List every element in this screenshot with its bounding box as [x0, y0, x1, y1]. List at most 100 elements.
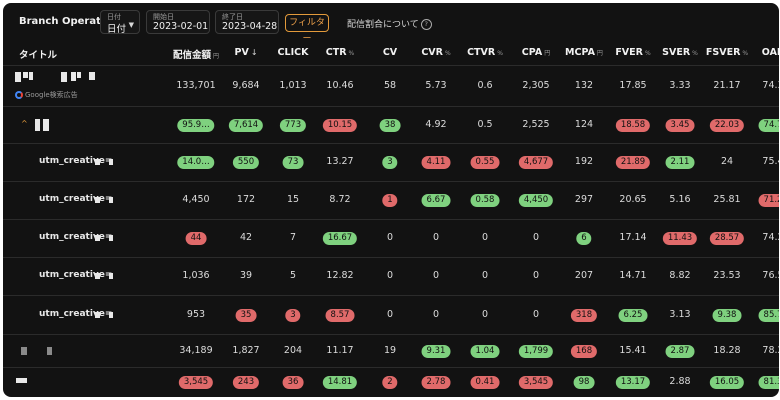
- cell-value: 0: [481, 309, 489, 320]
- about-label: 配信割合について: [347, 20, 419, 30]
- cell-oar: 75.4: [762, 156, 779, 167]
- cell-value: 0: [386, 232, 394, 243]
- column-header-cpa[interactable]: CPA 円: [522, 47, 550, 58]
- cell-cpa: 3,545: [518, 376, 554, 389]
- cell-value: 7: [289, 232, 297, 243]
- cell-value: 0: [432, 309, 440, 320]
- help-icon[interactable]: ?: [420, 19, 432, 30]
- bad-value-badge: 0.55: [470, 156, 500, 169]
- cell-pv: 172: [237, 194, 255, 205]
- cell-cpa: 1,799: [518, 345, 554, 358]
- cell-mcpa: 98: [573, 376, 595, 389]
- table-row[interactable]: 3,545 243 36 14.81 2 2.78 0.41 3,545 98 13.17 2.88…: [3, 367, 779, 397]
- redacted-block: [77, 72, 81, 78]
- date-type-select[interactable]: 日付 日付 ▼: [100, 10, 140, 35]
- cell-value: 8.72: [329, 194, 351, 205]
- cell-fver: 6.25: [618, 309, 648, 322]
- cell-sver: 5.16: [669, 194, 690, 205]
- cell-cpa: 4,450: [518, 194, 554, 207]
- cell-value: 3.13: [669, 309, 691, 320]
- table-row[interactable]: Google検索広告 133,701 9,684 1,013 10.46 58 5.73 0.…: [3, 65, 779, 107]
- column-header-ctr[interactable]: CTR%: [326, 47, 354, 58]
- cell-value: 19: [383, 345, 397, 356]
- cell-oar: 81.3: [758, 376, 779, 389]
- redacted-block: [89, 72, 95, 80]
- redacted-block: [95, 273, 100, 279]
- cell-cvr: 0: [433, 270, 439, 281]
- table-row[interactable]: utm_creative= 14.0… 550 73 13.27 3 4.11 0.55 4,6…: [3, 143, 779, 182]
- good-value-badge: 74.7: [758, 119, 779, 132]
- cell-cv: 0: [387, 232, 393, 243]
- column-header-fver[interactable]: FVER%: [615, 47, 650, 58]
- bad-value-badge: 21.89: [615, 156, 651, 169]
- cell-cost: 14.0…: [177, 156, 215, 169]
- cell-value: 4.92: [425, 119, 447, 130]
- bad-value-badge: 3,545: [518, 376, 554, 389]
- good-value-badge: 6.67: [421, 194, 451, 207]
- cell-value: 18.28: [713, 345, 741, 356]
- cell-value: 0: [532, 270, 540, 281]
- column-header-sver[interactable]: SVER%: [662, 47, 698, 58]
- cell-value: 204: [283, 345, 303, 356]
- redacted-block: [71, 72, 76, 81]
- cell-cv: 1: [382, 194, 398, 207]
- cell-ctr: 13.27: [326, 156, 353, 167]
- distribution-ratio-help[interactable]: 配信割合について?: [347, 17, 432, 30]
- cell-value: 1,013: [279, 80, 307, 91]
- table-row[interactable]: ^ 95.9… 7,614 773 10.15 38 4.92 0.5 2,525 124 18.5…: [3, 106, 779, 144]
- table-row[interactable]: utm_creative= 953 35 3 8.57 0 0 0 0 318 6.25 3.13 9.…: [3, 295, 779, 335]
- unit-label: %: [742, 50, 749, 57]
- column-header-cv[interactable]: CV: [383, 47, 397, 58]
- column-header-oar[interactable]: OAR: [762, 47, 779, 58]
- end-date-field[interactable]: 終了日 2023-04-28: [215, 10, 279, 34]
- table-row[interactable]: utm_creative= 4,450 172 15 8.72 1 6.67 0.58 4,45…: [3, 181, 779, 220]
- cell-value: 75.4: [762, 156, 779, 167]
- column-header-cost[interactable]: 配信金額円: [173, 47, 219, 61]
- start-date-field[interactable]: 開始日 2023-02-01: [146, 10, 210, 34]
- column-header-fsver[interactable]: FSVER%: [706, 47, 748, 58]
- redacted-block: [47, 347, 52, 355]
- column-header-label: CTR: [325, 47, 347, 58]
- cell-cost: 953: [187, 309, 205, 320]
- chevron-up-icon[interactable]: ^: [21, 119, 28, 128]
- good-value-badge: 6: [576, 232, 592, 245]
- table-header: タイトル 配信金額円 PV ↓ CLICK CTR% CV CVR% CTVR% CPA 円 MCPA…: [3, 39, 779, 66]
- cell-value: 0: [481, 232, 489, 243]
- column-header-click[interactable]: CLICK: [278, 47, 309, 58]
- cell-mcpa: 207: [575, 270, 593, 281]
- column-header-cvr[interactable]: CVR%: [421, 47, 450, 58]
- cell-value: 76.5: [762, 270, 779, 281]
- cell-value: 13.27: [326, 156, 354, 167]
- cell-cost: 1,036: [182, 270, 209, 281]
- cell-fsver: 16.05: [709, 376, 745, 389]
- good-value-badge: 73: [282, 156, 304, 169]
- bad-value-badge: 10.15: [322, 119, 358, 132]
- cell-fsver: 21.17: [713, 80, 740, 91]
- column-header-mcpa[interactable]: MCPA 円: [565, 47, 603, 58]
- unit-label: %: [692, 50, 698, 57]
- cell-cv: 0: [387, 270, 393, 281]
- cell-cv: 38: [379, 119, 401, 132]
- column-header-ctvr[interactable]: CTVR%: [467, 47, 503, 58]
- filter-button[interactable]: フィルター: [285, 14, 329, 44]
- column-header-label: PV: [234, 47, 249, 58]
- cell-value: 953: [186, 309, 206, 320]
- table-row[interactable]: utm_creative= 44 42 7 16.67 0 0 0 0 6 17.14 11.43 28…: [3, 219, 779, 258]
- cell-oar: 74.2: [762, 232, 779, 243]
- cell-value: 0: [481, 270, 489, 281]
- cell-click: 204: [284, 345, 302, 356]
- cell-value: 133,701: [176, 80, 216, 91]
- cell-oar: 71.2: [758, 194, 779, 207]
- cell-sver: 11.43: [662, 232, 698, 245]
- column-header-title[interactable]: タイトル: [19, 47, 57, 61]
- good-value-badge: 7,614: [228, 119, 264, 132]
- table-row[interactable]: 34,189 1,827 204 11.17 19 9.31 1.04 1,799 168 15.…: [3, 334, 779, 368]
- cell-fver: 17.85: [619, 80, 646, 91]
- column-header-pv[interactable]: PV ↓: [234, 47, 257, 58]
- table-row[interactable]: utm_creative= 1,036 39 5 12.82 0 0 0 0 207 14.71 8.…: [3, 257, 779, 296]
- cell-click: 73: [282, 156, 304, 169]
- cell-oar: 85.7: [758, 309, 779, 322]
- cell-ctvr: 0.41: [470, 376, 500, 389]
- cell-sver: 2.87: [665, 345, 695, 358]
- unit-label: %: [644, 50, 651, 57]
